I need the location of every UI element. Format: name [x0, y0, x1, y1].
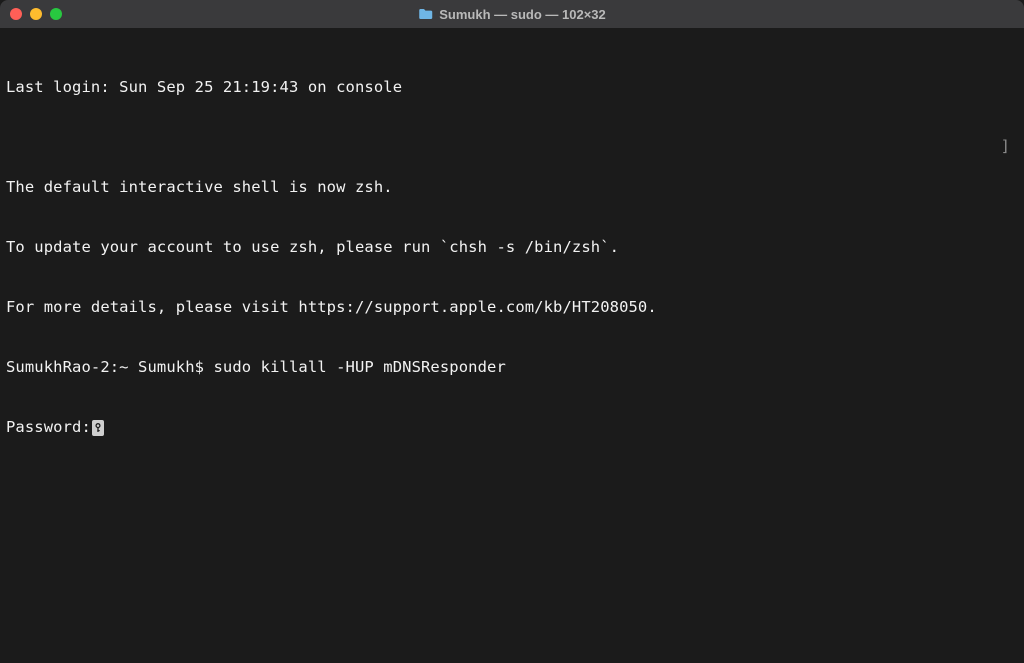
- terminal-output: Last login: Sun Sep 25 21:19:43 on conso…: [6, 37, 1018, 477]
- password-line: Password:: [6, 417, 1018, 437]
- window-title: Sumukh — sudo — 102×32: [418, 7, 606, 22]
- entered-command: sudo killall -HUP mDNSResponder: [214, 358, 506, 376]
- minimize-button[interactable]: [30, 8, 42, 20]
- output-line: The default interactive shell is now zsh…: [6, 177, 1018, 197]
- key-icon: [92, 420, 104, 436]
- command-line: SumukhRao-2:~ Sumukh$ sudo killall -HUP …: [6, 357, 1018, 377]
- maximize-button[interactable]: [50, 8, 62, 20]
- line-end-marker: ]: [1001, 137, 1010, 155]
- traffic-lights: [10, 8, 62, 20]
- close-button[interactable]: [10, 8, 22, 20]
- output-line: Last login: Sun Sep 25 21:19:43 on conso…: [6, 77, 1018, 97]
- shell-prompt: SumukhRao-2:~ Sumukh$: [6, 358, 214, 376]
- window-titlebar[interactable]: Sumukh — sudo — 102×32: [0, 0, 1024, 28]
- password-label: Password:: [6, 418, 91, 436]
- output-line: For more details, please visit https://s…: [6, 297, 1018, 317]
- terminal-body[interactable]: Last login: Sun Sep 25 21:19:43 on conso…: [0, 28, 1024, 663]
- folder-icon: [418, 8, 433, 20]
- terminal-window: Sumukh — sudo — 102×32 Last login: Sun S…: [0, 0, 1024, 663]
- window-title-text: Sumukh — sudo — 102×32: [439, 7, 606, 22]
- output-line: To update your account to use zsh, pleas…: [6, 237, 1018, 257]
